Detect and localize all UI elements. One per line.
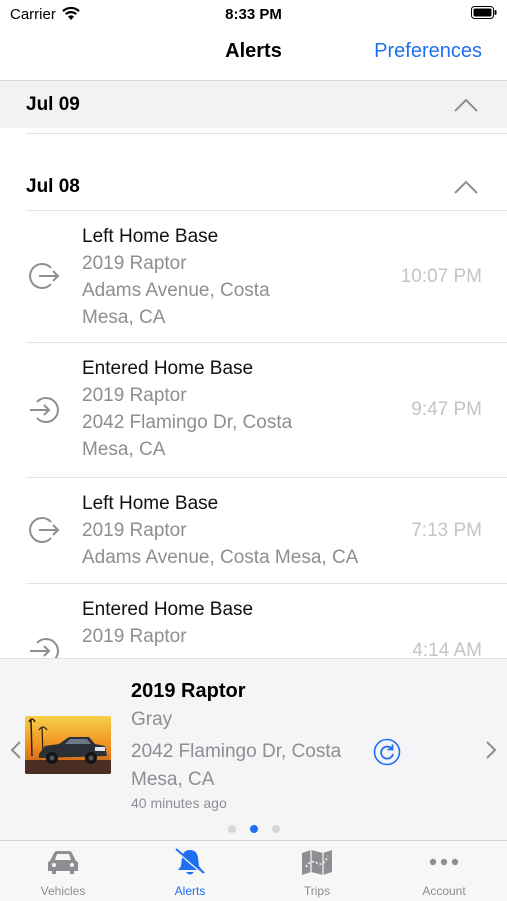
enter-icon bbox=[30, 397, 59, 423]
car-icon bbox=[48, 851, 78, 874]
alert-row[interactable]: Entered Home Base 2019 Raptor 2042 Flami… bbox=[0, 343, 507, 477]
alert-time: 9:47 PM bbox=[411, 399, 482, 420]
alert-row[interactable]: Entered Home Base 2019 Raptor 4:14 AM bbox=[0, 584, 507, 658]
map-icon bbox=[302, 850, 332, 875]
alert-title: Left Home Base bbox=[82, 226, 219, 247]
chevron-right-icon[interactable] bbox=[485, 741, 497, 759]
tab-label: Vehicles bbox=[40, 884, 86, 898]
vehicle-address-line: 2042 Flamingo Dr, Costa bbox=[131, 741, 342, 762]
chevron-left-icon[interactable] bbox=[10, 741, 22, 759]
vehicle-updated-time: 40 minutes ago bbox=[131, 795, 227, 811]
divider bbox=[26, 133, 507, 134]
more-icon bbox=[429, 858, 459, 866]
tab-label: Account bbox=[422, 884, 466, 898]
alert-address: Mesa, CA bbox=[82, 307, 166, 328]
vehicle-card[interactable]: 2019 Raptor Gray 2042 Flamingo Dr, Costa… bbox=[0, 658, 507, 841]
enter-icon bbox=[30, 638, 59, 658]
alert-address: Adams Avenue, Costa bbox=[82, 280, 270, 301]
section-title: Jul 09 bbox=[26, 94, 80, 115]
alert-address: 2042 Flamingo Dr, Costa bbox=[82, 412, 293, 433]
alert-vehicle: 2019 Raptor bbox=[82, 253, 187, 274]
battery-icon bbox=[471, 6, 497, 19]
alert-time: 4:14 AM bbox=[412, 640, 482, 658]
tab-label: Trips bbox=[303, 884, 331, 898]
alert-vehicle: 2019 Raptor bbox=[82, 520, 187, 541]
vehicle-color: Gray bbox=[131, 709, 173, 730]
exit-icon bbox=[29, 517, 60, 543]
preferences-button[interactable]: Preferences bbox=[374, 40, 482, 63]
alert-row[interactable]: Left Home Base 2019 Raptor Adams Avenue,… bbox=[0, 211, 507, 342]
refresh-icon[interactable] bbox=[373, 738, 401, 766]
vehicle-photo bbox=[25, 716, 111, 774]
alert-title: Entered Home Base bbox=[82, 599, 254, 620]
alert-time: 10:07 PM bbox=[400, 266, 482, 287]
tab-alerts[interactable]: Alerts bbox=[127, 841, 253, 901]
alert-time: 7:13 PM bbox=[411, 520, 482, 541]
page-indicator[interactable] bbox=[0, 820, 507, 838]
status-bar: Carrier 8:33 PM bbox=[0, 0, 507, 28]
exit-icon bbox=[29, 263, 60, 289]
section-header-jul-09[interactable]: Jul 09 bbox=[0, 81, 507, 128]
alert-row[interactable]: Left Home Base 2019 Raptor Adams Avenue,… bbox=[0, 478, 507, 582]
alerts-list[interactable]: Jul 09 Jul 08 Left Home Base 2019 Raptor… bbox=[0, 81, 507, 658]
tab-vehicles[interactable]: Vehicles bbox=[0, 841, 126, 901]
chevron-up-icon[interactable] bbox=[454, 180, 478, 194]
chevron-up-icon[interactable] bbox=[454, 98, 478, 112]
section-title: Jul 08 bbox=[26, 176, 80, 197]
alert-title: Left Home Base bbox=[82, 493, 219, 514]
vehicle-address: 2042 Flamingo Dr, Costa Mesa, CA bbox=[131, 738, 371, 794]
alert-address: Mesa, CA bbox=[82, 439, 166, 460]
bell-icon bbox=[175, 848, 205, 876]
vehicle-name: 2019 Raptor bbox=[131, 680, 246, 702]
page-dot-active[interactable] bbox=[249, 825, 258, 833]
tab-bar: Vehicles Alerts Trips Account bbox=[0, 840, 507, 901]
alert-vehicle: 2019 Raptor bbox=[82, 626, 187, 647]
tab-account[interactable]: Account bbox=[381, 841, 507, 901]
alert-address: Adams Avenue, Costa Mesa, CA bbox=[82, 547, 359, 568]
tab-label: Alerts bbox=[174, 884, 206, 898]
navigation-bar: Alerts Preferences bbox=[0, 28, 507, 81]
section-header-jul-08[interactable]: Jul 08 bbox=[0, 163, 507, 210]
vehicle-address-line: Mesa, CA bbox=[131, 769, 215, 790]
tab-trips[interactable]: Trips bbox=[254, 841, 380, 901]
alert-vehicle: 2019 Raptor bbox=[82, 385, 187, 406]
alert-title: Entered Home Base bbox=[82, 358, 254, 379]
status-time: 8:33 PM bbox=[225, 6, 282, 23]
page-dot[interactable] bbox=[227, 825, 236, 833]
page-dot[interactable] bbox=[271, 825, 280, 833]
